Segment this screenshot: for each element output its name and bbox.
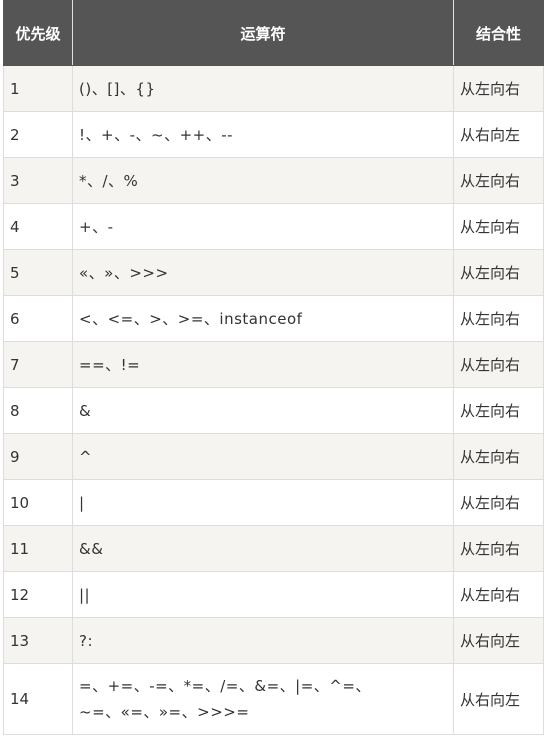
table-row: 5 «、»、>>> 从左向右 [3,249,544,296]
table-row: 11 && 从左向右 [3,525,544,572]
operators-cell: =、+=、-=、*=、/=、&=、|=、^=、 ~=、«=、»=、>>>= [72,663,454,735]
operators-cell: !、+、-、~、++、-- [72,111,454,158]
table-row: 12 || 从左向右 [3,571,544,618]
operators-text: || [79,585,91,604]
operators-text: =、+=、-=、*=、/=、&=、|=、^=、 [79,677,371,695]
associativity-cell: 从左向右 [453,479,544,526]
priority-cell: 14 [3,663,73,735]
operators-cell: && [72,525,454,572]
table-row: 4 +、- 从左向右 [3,203,544,250]
operators-cell: ==、!= [72,341,454,388]
associativity-cell: 从左向右 [453,203,544,250]
priority-cell: 3 [3,157,73,204]
table-row: 7 ==、!= 从左向右 [3,341,544,388]
operators-cell: || [72,571,454,618]
table-header-row: 优先级 运算符 结合性 [3,0,544,66]
operators-text: | [79,493,85,512]
operators-cell: <、<=、>、>=、instanceof [72,295,454,342]
operators-text: !、+、-、~、++、-- [79,125,234,144]
operators-text: & [79,401,92,420]
operators-text: ~=、«=、»=、>>>= [79,703,250,721]
associativity-cell: 从左向右 [453,387,544,434]
table-row: 8 & 从左向右 [3,387,544,434]
priority-cell: 5 [3,249,73,296]
priority-cell: 8 [3,387,73,434]
associativity-cell: 从左向右 [453,525,544,572]
associativity-cell: 从左向右 [453,157,544,204]
associativity-cell: 从左向右 [453,341,544,388]
table-row: 3 *、/、% 从左向右 [3,157,544,204]
operators-text: ==、!= [79,355,141,374]
operator-precedence-table: 优先级 运算符 结合性 1 ()、[]、{} 从左向右 2 !、+、-、~、++、-- 从… [3,0,544,735]
operators-cell: «、»、>>> [72,249,454,296]
operators-cell: & [72,387,454,434]
operators-cell: ?: [72,617,454,664]
operators-cell: *、/、% [72,157,454,204]
associativity-cell: 从左向右 [453,249,544,296]
operators-cell: ^ [72,433,454,480]
priority-cell: 7 [3,341,73,388]
operators-text: ^ [79,447,93,466]
associativity-cell: 从左向右 [453,433,544,480]
header-priority: 优先级 [3,0,73,66]
table-row: 6 <、<=、>、>=、instanceof 从左向右 [3,295,544,342]
priority-cell: 6 [3,295,73,342]
table-row: 14 =、+=、-=、*=、/=、&=、|=、^=、 ~=、«=、»=、>>>= 从右… [3,663,544,735]
priority-cell: 4 [3,203,73,250]
table-row: 13?: 从右向左 [3,617,544,664]
associativity-cell: 从左向右 [453,571,544,618]
operators-text: «、»、>>> [79,263,169,282]
associativity-cell: 从左向右 [453,65,544,112]
priority-cell: 13 [3,617,73,664]
operators-text: ?: [79,631,94,650]
priority-cell: 1 [3,65,73,112]
operators-text: ()、[]、{} [79,79,156,98]
priority-cell: 11 [3,525,73,572]
table-row: 2 !、+、-、~、++、-- 从右向左 [3,111,544,158]
associativity-cell: 从右向左 [453,111,544,158]
priority-cell: 10 [3,479,73,526]
priority-cell: 12 [3,571,73,618]
priority-cell: 2 [3,111,73,158]
operators-cell: | [72,479,454,526]
priority-cell: 9 [3,433,73,480]
operators-text: && [79,539,104,558]
associativity-cell: 从右向左 [453,617,544,664]
table-row: 10 | 从左向右 [3,479,544,526]
table-row: 1 ()、[]、{} 从左向右 [3,65,544,112]
operators-cell: +、- [72,203,454,250]
associativity-cell: 从右向左 [453,663,544,735]
operators-text: <、<=、>、>=、instanceof [79,309,303,328]
operators-text: *、/、% [79,171,139,190]
table-row: 9 ^ 从左向右 [3,433,544,480]
header-associativity: 结合性 [453,0,544,66]
operators-text: +、- [79,217,114,236]
operators-cell: ()、[]、{} [72,65,454,112]
associativity-cell: 从左向右 [453,295,544,342]
header-operators: 运算符 [72,0,454,66]
